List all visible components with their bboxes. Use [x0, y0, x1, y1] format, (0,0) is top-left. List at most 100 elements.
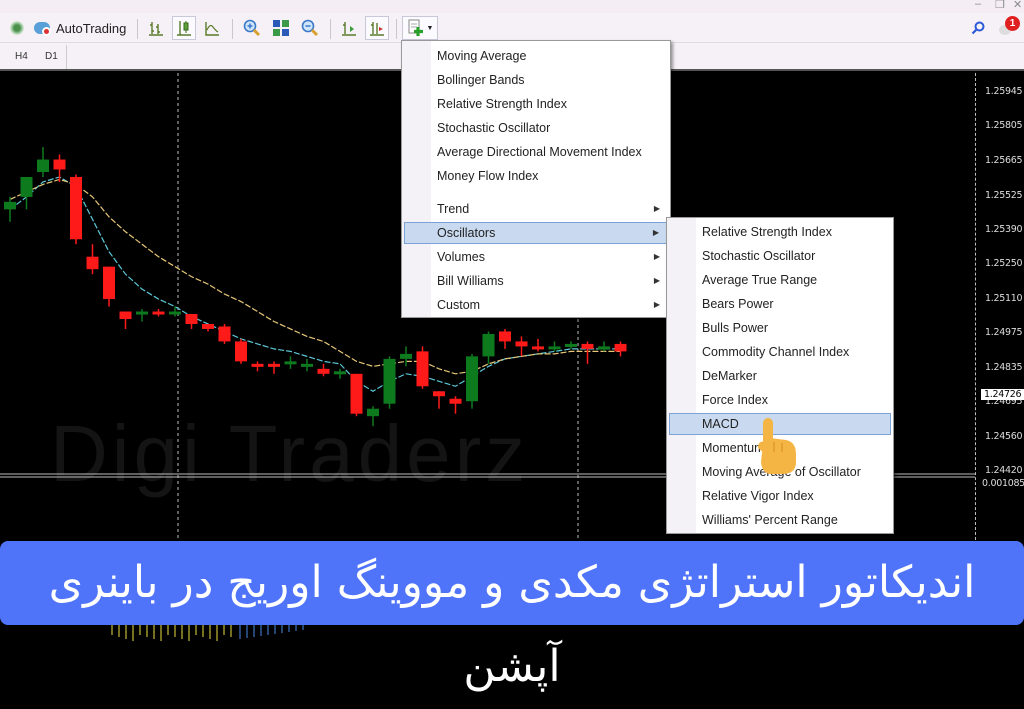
candle-body [466, 356, 478, 402]
candle [598, 341, 610, 352]
price-axis[interactable]: 1.25945 1.25805 1.25665 1.25525 1.25390 … [975, 73, 1024, 540]
search-icon [971, 21, 985, 35]
candle [152, 309, 165, 317]
menu-item-money-flow-index[interactable]: Money Flow Index [404, 165, 668, 187]
autoscroll-icon [370, 22, 384, 36]
submenu-item-average-true-range[interactable]: Average True Range [669, 269, 891, 291]
tile-windows-icon [273, 20, 289, 36]
candle-body [37, 159, 49, 172]
menu-item-label: Relative Vigor Index [702, 489, 814, 503]
candle-body [284, 361, 297, 365]
title-bar: – ❐ ✕ [0, 0, 1024, 13]
menu-item-label: Average Directional Movement Index [437, 145, 642, 159]
candle-body [334, 371, 346, 375]
menu-item-bill-williams[interactable]: Bill Williams ▶ [404, 270, 668, 292]
candle-body [515, 341, 528, 347]
tile-windows-button[interactable] [269, 16, 293, 40]
menu-item-label: Force Index [702, 393, 769, 407]
submenu-item-relative-vigor-index[interactable]: Relative Vigor Index [669, 485, 891, 507]
price-label: 1.24560 [985, 431, 1023, 442]
title-banner: اندیکاتور استراتژی مکدی و مووینگ اوریج د… [0, 541, 1024, 692]
submenu-item-bulls-power[interactable]: Bulls Power [669, 317, 891, 339]
menu-item-label: Trend [437, 202, 470, 216]
bar-chart-button[interactable] [144, 16, 168, 40]
zoom-out-button[interactable] [298, 16, 322, 40]
candle [614, 341, 627, 357]
candle [235, 338, 247, 364]
search-button[interactable] [968, 16, 988, 40]
candlestick-chart-button[interactable] [172, 16, 196, 40]
autotrading-label: AutoTrading [56, 20, 127, 36]
candle-body [218, 326, 231, 342]
close-button[interactable]: ✕ [1013, 0, 1022, 11]
candle [400, 346, 412, 367]
submenu-item-demarker[interactable]: DeMarker [669, 365, 891, 387]
candle [482, 331, 495, 364]
menu-item-bollinger-bands[interactable]: Bollinger Bands [404, 69, 668, 91]
zoom-in-button[interactable] [240, 16, 264, 40]
timeframe-d1[interactable]: D1 [45, 51, 58, 62]
submenu-item-commodity-channel-index[interactable]: Commodity Channel Index [669, 341, 891, 363]
candle [515, 336, 528, 357]
candle-body [268, 363, 280, 367]
candle-body [20, 176, 33, 197]
candle-body [581, 343, 594, 349]
indicators-icon [408, 19, 423, 36]
menu-item-label: Money Flow Index [437, 169, 539, 183]
menu-item-average-directional-movement-index[interactable]: Average Directional Movement Index [404, 141, 668, 163]
candle-body [317, 368, 330, 374]
submenu-item-stochastic-oscillator[interactable]: Stochastic Oscillator [669, 245, 891, 267]
restore-button[interactable]: ❐ [995, 0, 1005, 11]
candle [119, 311, 132, 329]
price-label: 1.25525 [985, 190, 1023, 201]
submenu-item-force-index[interactable]: Force Index [669, 389, 891, 411]
candle-body [86, 256, 99, 270]
candle-body [136, 311, 148, 315]
line-chart-button[interactable] [200, 16, 224, 40]
candle-body [383, 358, 396, 404]
autoscroll-button[interactable] [365, 16, 389, 40]
menu-item-trend[interactable]: Trend ▶ [404, 198, 668, 220]
zoom-in-icon [243, 19, 261, 37]
submenu-item-williams-percent-range[interactable]: Williams' Percent Range [669, 509, 891, 531]
menu-item-stochastic-oscillator[interactable]: Stochastic Oscillator [404, 117, 668, 139]
candle-body [499, 331, 511, 342]
menu-item-oscillators[interactable]: Oscillators ▶ [404, 222, 668, 244]
indicators-button[interactable]: ▼ [402, 16, 438, 40]
submenu-arrow-icon: ▶ [652, 228, 659, 237]
menu-item-label: Average True Range [702, 273, 818, 287]
candle [565, 341, 577, 349]
candle [103, 266, 115, 307]
menu-item-label: Momentum [702, 441, 765, 455]
minimize-button[interactable]: – [975, 0, 981, 10]
chart-shift-button[interactable] [337, 16, 361, 40]
candle [449, 396, 462, 414]
candle-body [301, 363, 313, 367]
notifications-button[interactable]: 1 [996, 16, 1022, 40]
timeframe-h4[interactable]: H4 [15, 51, 28, 62]
price-label: 1.25110 [985, 293, 1023, 304]
indicators-menu: Moving Average Bollinger Bands Relative St… [401, 40, 671, 318]
candle-body [53, 159, 66, 170]
candle [268, 361, 280, 374]
menu-item-label: Volumes [437, 250, 485, 264]
zoom-out-icon [301, 19, 319, 37]
chart-shift-icon [342, 22, 356, 36]
menu-item-custom[interactable]: Custom ▶ [404, 294, 668, 316]
menu-item-moving-average[interactable]: Moving Average [404, 45, 668, 67]
submenu-item-bears-power[interactable]: Bears Power [669, 293, 891, 315]
candle-body [251, 363, 264, 367]
signals-button[interactable] [5, 16, 29, 40]
candle [20, 176, 33, 210]
autotrading-button[interactable]: AutoTrading [34, 16, 130, 40]
menu-item-volumes[interactable]: Volumes ▶ [404, 246, 668, 268]
menu-item-relative-strength-index[interactable]: Relative Strength Index [404, 93, 668, 115]
candle [499, 328, 511, 349]
candle-body [449, 398, 462, 404]
menu-item-label: Custom [437, 298, 481, 312]
submenu-item-relative-strength-index[interactable]: Relative Strength Index [669, 221, 891, 243]
candle [317, 363, 330, 377]
line-chart-icon [205, 22, 219, 36]
candle [581, 341, 594, 364]
candle-body [169, 311, 181, 315]
